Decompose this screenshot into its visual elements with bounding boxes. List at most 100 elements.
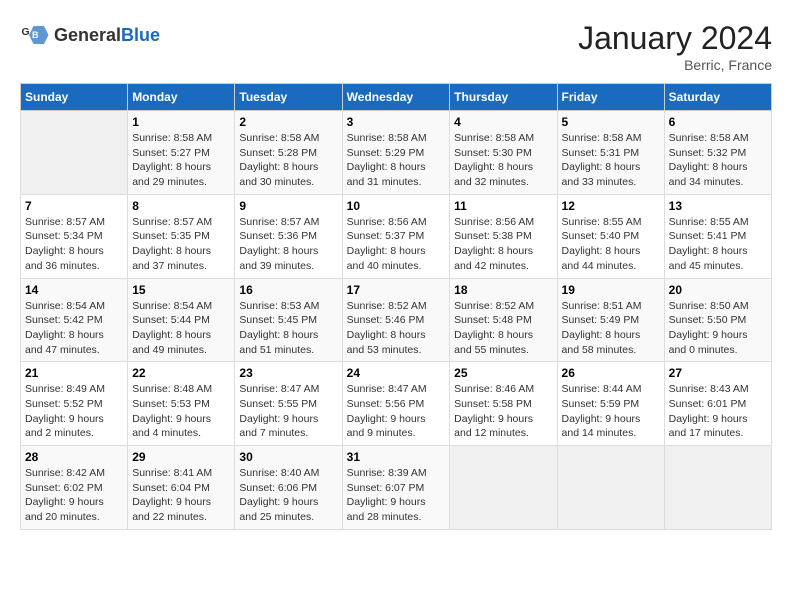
day-number: 10	[347, 199, 446, 213]
col-header-sunday: Sunday	[21, 84, 128, 111]
col-header-saturday: Saturday	[664, 84, 771, 111]
calendar-cell: 20 Sunrise: 8:50 AMSunset: 5:50 PMDaylig…	[664, 278, 771, 362]
calendar-cell: 1 Sunrise: 8:58 AMSunset: 5:27 PMDayligh…	[128, 111, 235, 195]
day-info: Sunrise: 8:41 AMSunset: 6:04 PMDaylight:…	[132, 466, 230, 525]
day-info: Sunrise: 8:58 AMSunset: 5:30 PMDaylight:…	[454, 131, 552, 190]
svg-text:G: G	[22, 26, 30, 38]
day-info: Sunrise: 8:56 AMSunset: 5:37 PMDaylight:…	[347, 215, 446, 274]
day-info: Sunrise: 8:58 AMSunset: 5:29 PMDaylight:…	[347, 131, 446, 190]
day-info: Sunrise: 8:52 AMSunset: 5:46 PMDaylight:…	[347, 299, 446, 358]
calendar-cell: 29 Sunrise: 8:41 AMSunset: 6:04 PMDaylig…	[128, 446, 235, 530]
calendar-cell: 14 Sunrise: 8:54 AMSunset: 5:42 PMDaylig…	[21, 278, 128, 362]
day-info: Sunrise: 8:46 AMSunset: 5:58 PMDaylight:…	[454, 382, 552, 441]
day-info: Sunrise: 8:54 AMSunset: 5:42 PMDaylight:…	[25, 299, 123, 358]
col-header-monday: Monday	[128, 84, 235, 111]
day-info: Sunrise: 8:55 AMSunset: 5:41 PMDaylight:…	[669, 215, 767, 274]
calendar-cell: 12 Sunrise: 8:55 AMSunset: 5:40 PMDaylig…	[557, 194, 664, 278]
day-info: Sunrise: 8:43 AMSunset: 6:01 PMDaylight:…	[669, 382, 767, 441]
calendar-cell: 21 Sunrise: 8:49 AMSunset: 5:52 PMDaylig…	[21, 362, 128, 446]
day-number: 31	[347, 450, 446, 464]
calendar-cell	[557, 446, 664, 530]
day-info: Sunrise: 8:50 AMSunset: 5:50 PMDaylight:…	[669, 299, 767, 358]
calendar-cell: 17 Sunrise: 8:52 AMSunset: 5:46 PMDaylig…	[342, 278, 450, 362]
day-number: 16	[239, 283, 337, 297]
calendar-cell	[450, 446, 557, 530]
calendar-cell: 22 Sunrise: 8:48 AMSunset: 5:53 PMDaylig…	[128, 362, 235, 446]
col-header-tuesday: Tuesday	[235, 84, 342, 111]
calendar-cell: 23 Sunrise: 8:47 AMSunset: 5:55 PMDaylig…	[235, 362, 342, 446]
calendar-cell: 6 Sunrise: 8:58 AMSunset: 5:32 PMDayligh…	[664, 111, 771, 195]
day-number: 18	[454, 283, 552, 297]
calendar-cell: 8 Sunrise: 8:57 AMSunset: 5:35 PMDayligh…	[128, 194, 235, 278]
calendar-cell: 25 Sunrise: 8:46 AMSunset: 5:58 PMDaylig…	[450, 362, 557, 446]
day-info: Sunrise: 8:57 AMSunset: 5:36 PMDaylight:…	[239, 215, 337, 274]
day-number: 4	[454, 115, 552, 129]
day-info: Sunrise: 8:51 AMSunset: 5:49 PMDaylight:…	[562, 299, 660, 358]
day-number: 26	[562, 366, 660, 380]
calendar-cell: 4 Sunrise: 8:58 AMSunset: 5:30 PMDayligh…	[450, 111, 557, 195]
calendar-cell: 26 Sunrise: 8:44 AMSunset: 5:59 PMDaylig…	[557, 362, 664, 446]
logo-general: General	[54, 25, 121, 45]
calendar-cell: 28 Sunrise: 8:42 AMSunset: 6:02 PMDaylig…	[21, 446, 128, 530]
day-info: Sunrise: 8:57 AMSunset: 5:35 PMDaylight:…	[132, 215, 230, 274]
day-number: 2	[239, 115, 337, 129]
day-number: 17	[347, 283, 446, 297]
calendar-cell: 19 Sunrise: 8:51 AMSunset: 5:49 PMDaylig…	[557, 278, 664, 362]
day-info: Sunrise: 8:58 AMSunset: 5:31 PMDaylight:…	[562, 131, 660, 190]
calendar-cell: 7 Sunrise: 8:57 AMSunset: 5:34 PMDayligh…	[21, 194, 128, 278]
day-number: 15	[132, 283, 230, 297]
calendar-cell: 13 Sunrise: 8:55 AMSunset: 5:41 PMDaylig…	[664, 194, 771, 278]
day-number: 24	[347, 366, 446, 380]
day-info: Sunrise: 8:49 AMSunset: 5:52 PMDaylight:…	[25, 382, 123, 441]
day-number: 30	[239, 450, 337, 464]
calendar-cell: 31 Sunrise: 8:39 AMSunset: 6:07 PMDaylig…	[342, 446, 450, 530]
day-info: Sunrise: 8:42 AMSunset: 6:02 PMDaylight:…	[25, 466, 123, 525]
day-info: Sunrise: 8:48 AMSunset: 5:53 PMDaylight:…	[132, 382, 230, 441]
day-number: 23	[239, 366, 337, 380]
day-info: Sunrise: 8:58 AMSunset: 5:32 PMDaylight:…	[669, 131, 767, 190]
day-info: Sunrise: 8:58 AMSunset: 5:27 PMDaylight:…	[132, 131, 230, 190]
day-number: 1	[132, 115, 230, 129]
calendar-cell	[664, 446, 771, 530]
day-number: 27	[669, 366, 767, 380]
day-info: Sunrise: 8:54 AMSunset: 5:44 PMDaylight:…	[132, 299, 230, 358]
day-info: Sunrise: 8:47 AMSunset: 5:56 PMDaylight:…	[347, 382, 446, 441]
calendar-week-2: 7 Sunrise: 8:57 AMSunset: 5:34 PMDayligh…	[21, 194, 772, 278]
day-number: 6	[669, 115, 767, 129]
page-subtitle: Berric, France	[578, 57, 772, 73]
day-info: Sunrise: 8:39 AMSunset: 6:07 PMDaylight:…	[347, 466, 446, 525]
day-number: 9	[239, 199, 337, 213]
day-number: 8	[132, 199, 230, 213]
day-number: 29	[132, 450, 230, 464]
col-header-thursday: Thursday	[450, 84, 557, 111]
calendar-cell: 9 Sunrise: 8:57 AMSunset: 5:36 PMDayligh…	[235, 194, 342, 278]
day-info: Sunrise: 8:57 AMSunset: 5:34 PMDaylight:…	[25, 215, 123, 274]
calendar-week-5: 28 Sunrise: 8:42 AMSunset: 6:02 PMDaylig…	[21, 446, 772, 530]
day-info: Sunrise: 8:40 AMSunset: 6:06 PMDaylight:…	[239, 466, 337, 525]
day-number: 19	[562, 283, 660, 297]
col-header-friday: Friday	[557, 84, 664, 111]
calendar-cell: 11 Sunrise: 8:56 AMSunset: 5:38 PMDaylig…	[450, 194, 557, 278]
calendar-cell: 3 Sunrise: 8:58 AMSunset: 5:29 PMDayligh…	[342, 111, 450, 195]
calendar-week-1: 1 Sunrise: 8:58 AMSunset: 5:27 PMDayligh…	[21, 111, 772, 195]
day-info: Sunrise: 8:58 AMSunset: 5:28 PMDaylight:…	[239, 131, 337, 190]
day-number: 12	[562, 199, 660, 213]
calendar-cell: 10 Sunrise: 8:56 AMSunset: 5:37 PMDaylig…	[342, 194, 450, 278]
col-header-wednesday: Wednesday	[342, 84, 450, 111]
day-number: 28	[25, 450, 123, 464]
calendar-cell: 15 Sunrise: 8:54 AMSunset: 5:44 PMDaylig…	[128, 278, 235, 362]
calendar-cell: 24 Sunrise: 8:47 AMSunset: 5:56 PMDaylig…	[342, 362, 450, 446]
calendar-cell: 30 Sunrise: 8:40 AMSunset: 6:06 PMDaylig…	[235, 446, 342, 530]
day-number: 14	[25, 283, 123, 297]
day-number: 21	[25, 366, 123, 380]
day-info: Sunrise: 8:53 AMSunset: 5:45 PMDaylight:…	[239, 299, 337, 358]
page-header: G B GeneralBlue January 2024 Berric, Fra…	[20, 20, 772, 73]
day-number: 5	[562, 115, 660, 129]
logo-icon: G B	[20, 20, 50, 50]
day-info: Sunrise: 8:52 AMSunset: 5:48 PMDaylight:…	[454, 299, 552, 358]
day-number: 25	[454, 366, 552, 380]
day-number: 11	[454, 199, 552, 213]
calendar-table: SundayMondayTuesdayWednesdayThursdayFrid…	[20, 83, 772, 530]
day-number: 20	[669, 283, 767, 297]
day-number: 13	[669, 199, 767, 213]
